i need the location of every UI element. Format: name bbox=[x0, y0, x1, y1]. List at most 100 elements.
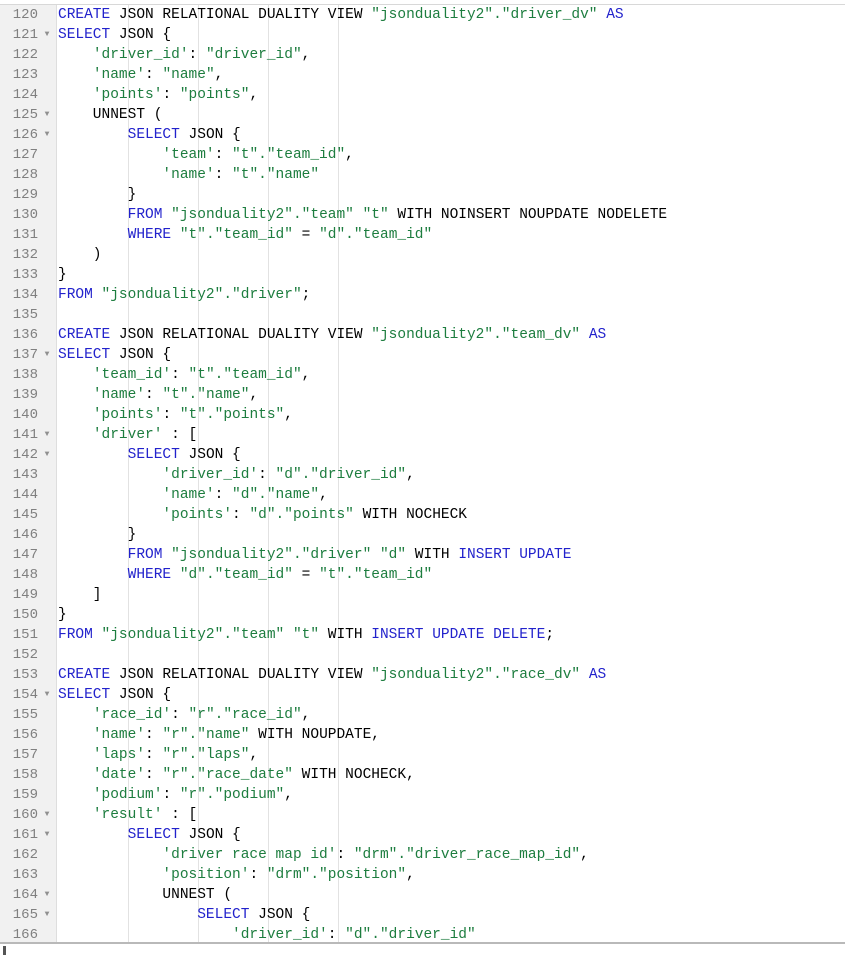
code-line[interactable]: 153 CREATE JSON RELATIONAL DUALITY VIEW "… bbox=[0, 665, 845, 685]
fold-placeholder bbox=[42, 845, 52, 865]
token-str: "points" bbox=[179, 87, 250, 103]
code-line[interactable]: 147 FROM "jsonduality2"."driver" "d" WIT… bbox=[0, 545, 845, 565]
chevron-down-icon[interactable] bbox=[42, 885, 52, 905]
token-pl: JSON { bbox=[179, 127, 241, 143]
fold-placeholder bbox=[42, 245, 52, 265]
chevron-down-icon[interactable] bbox=[42, 805, 52, 825]
chevron-down-icon[interactable] bbox=[42, 445, 52, 465]
token-pl: : bbox=[145, 387, 163, 403]
code-line[interactable]: 129 } bbox=[0, 185, 845, 205]
code-line[interactable]: 148 WHERE "d"."team_id" = "t"."team_id" bbox=[0, 565, 845, 585]
chevron-down-icon[interactable] bbox=[42, 825, 52, 845]
code-line[interactable]: 128 'name': "t"."name" bbox=[0, 165, 845, 185]
chevron-down-icon[interactable] bbox=[42, 25, 52, 45]
code-line[interactable]: 136 CREATE JSON RELATIONAL DUALITY VIEW "… bbox=[0, 325, 845, 345]
code-line[interactable]: 160 'result' : [ bbox=[0, 805, 845, 825]
code-line-text: } bbox=[58, 525, 137, 545]
line-number: 140 bbox=[12, 407, 38, 423]
fold-placeholder bbox=[42, 85, 52, 105]
code-line[interactable]: 140 'points': "t"."points", bbox=[0, 405, 845, 425]
code-line[interactable]: 141 'driver' : [ bbox=[0, 425, 845, 445]
code-line[interactable]: 135 bbox=[0, 305, 845, 325]
sql-code-editor[interactable]: 120 CREATE JSON RELATIONAL DUALITY VIEW "… bbox=[0, 0, 845, 955]
fold-placeholder bbox=[42, 265, 52, 285]
token-kw: UPDATE bbox=[432, 627, 485, 643]
chevron-down-icon[interactable] bbox=[42, 105, 52, 125]
code-line-text: SELECT JSON { bbox=[58, 445, 241, 465]
code-line[interactable]: 158 'date': "r"."race_date" WITH NOCHECK… bbox=[0, 765, 845, 785]
code-line[interactable]: 125 UNNEST ( bbox=[0, 105, 845, 125]
token-pl: : bbox=[171, 707, 189, 723]
code-line[interactable]: 143 'driver_id': "d"."driver_id", bbox=[0, 465, 845, 485]
code-line[interactable]: 166 'driver_id': "d"."driver_id" bbox=[0, 925, 845, 942]
code-line[interactable]: 122 'driver_id': "driver_id", bbox=[0, 45, 845, 65]
code-line-text: 'podium': "r"."podium", bbox=[58, 785, 293, 805]
code-line[interactable]: 150} bbox=[0, 605, 845, 625]
code-line[interactable]: 142 SELECT JSON { bbox=[0, 445, 845, 465]
token-pl: : bbox=[145, 727, 163, 743]
token-pl: JSON { bbox=[179, 447, 241, 463]
line-number: 158 bbox=[12, 767, 38, 783]
code-line[interactable]: 144 'name': "d"."name", bbox=[0, 485, 845, 505]
token-str: 'name' bbox=[92, 387, 146, 403]
code-line[interactable]: 138 'team_id': "t"."team_id", bbox=[0, 365, 845, 385]
token-kw: FROM bbox=[58, 627, 93, 643]
chevron-down-icon[interactable] bbox=[42, 905, 52, 925]
token-pl: JSON RELATIONAL DUALITY VIEW bbox=[110, 7, 372, 23]
chevron-down-icon[interactable] bbox=[42, 685, 52, 705]
code-line[interactable]: 152 bbox=[0, 645, 845, 665]
chevron-down-icon[interactable] bbox=[42, 125, 52, 145]
code-line[interactable]: 134 FROM "jsonduality2"."driver"; bbox=[0, 285, 845, 305]
code-line[interactable]: 155 'race_id': "r"."race_id", bbox=[0, 705, 845, 725]
code-line-text: 'name': "d"."name", bbox=[58, 485, 327, 505]
code-line-text: 'driver race map id': "drm"."driver_race… bbox=[58, 845, 588, 865]
code-line[interactable]: 126 SELECT JSON { bbox=[0, 125, 845, 145]
code-line[interactable]: 165 SELECT JSON { bbox=[0, 905, 845, 925]
code-line[interactable]: 161 SELECT JSON { bbox=[0, 825, 845, 845]
token-kw: SELECT bbox=[127, 127, 180, 143]
code-line[interactable]: 130 FROM "jsonduality2"."team" "t" WITH … bbox=[0, 205, 845, 225]
fold-placeholder bbox=[42, 545, 52, 565]
code-line[interactable]: 154 SELECT JSON { bbox=[0, 685, 845, 705]
text-caret bbox=[3, 946, 6, 955]
code-line[interactable]: 121 SELECT JSON { bbox=[0, 25, 845, 45]
code-line[interactable]: 131 WHERE "t"."team_id" = "d"."team_id" bbox=[0, 225, 845, 245]
token-kw: FROM bbox=[58, 287, 93, 303]
code-line[interactable]: 120 CREATE JSON RELATIONAL DUALITY VIEW "… bbox=[0, 5, 845, 25]
code-line[interactable]: 124 'points': "points", bbox=[0, 85, 845, 105]
code-line[interactable]: 132 ) bbox=[0, 245, 845, 265]
chevron-down-icon[interactable] bbox=[42, 425, 52, 445]
chevron-down-icon[interactable] bbox=[42, 345, 52, 365]
code-line-text: CREATE JSON RELATIONAL DUALITY VIEW "jso… bbox=[58, 325, 606, 345]
token-pl: WITH NOUPDATE, bbox=[249, 727, 380, 743]
code-line[interactable]: 163 'position': "drm"."position", bbox=[0, 865, 845, 885]
fold-placeholder bbox=[42, 365, 52, 385]
code-line[interactable]: 159 'podium': "r"."podium", bbox=[0, 785, 845, 805]
code-line[interactable]: 139 'name': "t"."name", bbox=[0, 385, 845, 405]
code-line[interactable]: 151 FROM "jsonduality2"."team" "t" WITH I… bbox=[0, 625, 845, 645]
code-content-area[interactable]: 120 CREATE JSON RELATIONAL DUALITY VIEW "… bbox=[0, 5, 845, 942]
code-line[interactable]: 157 'laps': "r"."laps", bbox=[0, 745, 845, 765]
code-line[interactable]: 164 UNNEST ( bbox=[0, 885, 845, 905]
line-number: 166 bbox=[12, 927, 38, 942]
code-line[interactable]: 123 'name': "name", bbox=[0, 65, 845, 85]
code-line-text: } bbox=[58, 265, 67, 285]
code-line[interactable]: 156 'name': "r"."name" WITH NOUPDATE, bbox=[0, 725, 845, 745]
token-str: "name" bbox=[162, 67, 215, 83]
line-number: 136 bbox=[12, 327, 38, 343]
code-line[interactable]: 137 SELECT JSON { bbox=[0, 345, 845, 365]
code-line[interactable]: 149 ] bbox=[0, 585, 845, 605]
code-line[interactable]: 133} bbox=[0, 265, 845, 285]
code-line[interactable]: 146 } bbox=[0, 525, 845, 545]
code-line[interactable]: 127 'team': "t"."team_id", bbox=[0, 145, 845, 165]
code-line[interactable]: 162 'driver race map id': "drm"."driver_… bbox=[0, 845, 845, 865]
code-line[interactable]: 145 'points': "d"."points" WITH NOCHECK bbox=[0, 505, 845, 525]
